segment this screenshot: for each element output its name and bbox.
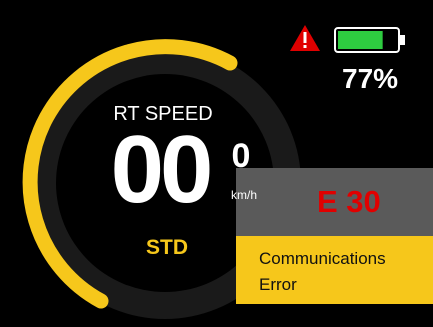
battery-fill [338,31,383,49]
speed-unit: km/h [230,188,257,202]
ride-mode: STD [146,236,188,259]
speed-main-value: 00 [110,116,214,223]
speed-fraction-value: 0 [231,137,251,175]
battery-icon [334,27,405,53]
warning-triangle-icon [290,25,320,51]
error-message: Communications Error [259,249,386,294]
battery-percent: 77% [342,63,399,94]
bike-display-screen: 77% E 30 Communications Error RT SPEED 0… [0,0,433,327]
error-code: E 30 [317,184,381,219]
